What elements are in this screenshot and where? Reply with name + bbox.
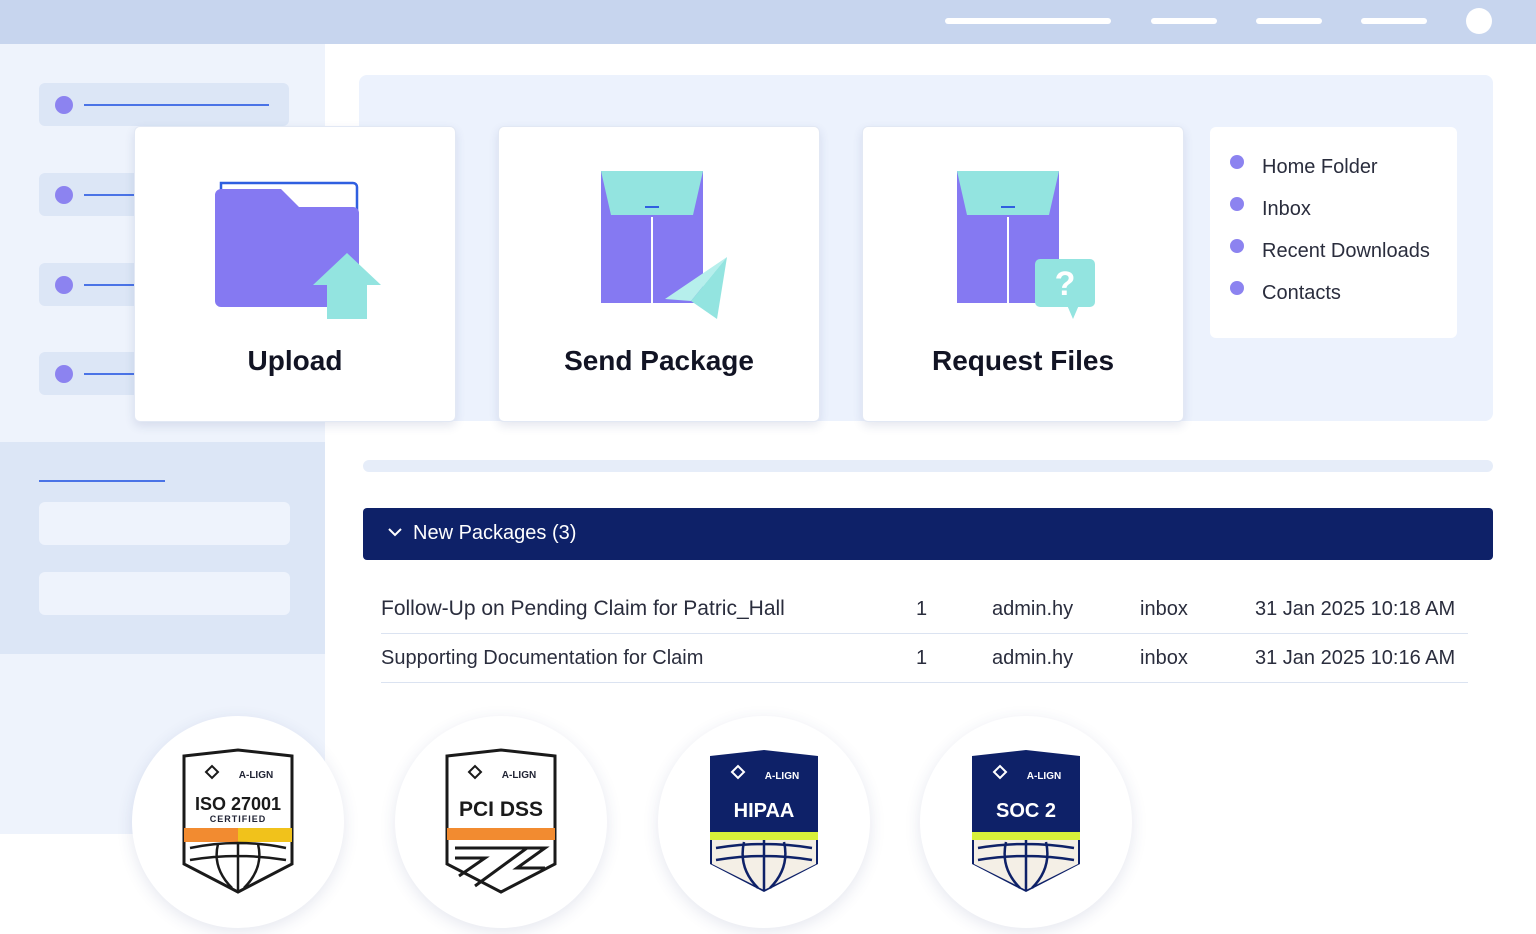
sidebar-item-dot <box>55 276 73 294</box>
nav-placeholder[interactable] <box>1361 18 1427 24</box>
sidebar-item-dot <box>55 96 73 114</box>
quick-links-panel: Home Folder Inbox Recent Downloads Conta… <box>1210 127 1457 338</box>
quick-link-home-folder[interactable]: Home Folder <box>1230 152 1378 182</box>
badge-title: ISO 27001 <box>194 794 282 814</box>
package-subject[interactable]: Supporting Documentation for Claim <box>381 634 703 682</box>
quick-link-label: Inbox <box>1262 197 1311 220</box>
sidebar-item-dot <box>55 365 73 383</box>
badge-title: HIPAA <box>733 800 795 822</box>
nav-placeholder[interactable] <box>1151 18 1217 24</box>
iso-27001-badge: A-LIGN ISO 27001 CERTIFIED <box>132 716 344 928</box>
top-bar <box>0 0 1536 44</box>
bullet-icon <box>1230 155 1244 169</box>
package-folder: inbox <box>1140 597 1188 620</box>
badge-brand: A-LIGN <box>501 770 537 781</box>
pci-dss-badge: A-LIGN PCI DSS <box>395 716 607 928</box>
package-date: 31 Jan 2025 10:18 AM <box>1255 597 1456 620</box>
quick-link-label: Contacts <box>1262 281 1341 304</box>
nav-placeholder[interactable] <box>945 18 1111 24</box>
bullet-icon <box>1230 239 1244 253</box>
chevron-down-icon[interactable] <box>385 522 405 542</box>
progress-bar <box>363 460 1493 472</box>
badge-brand: A-LIGN <box>1026 771 1062 782</box>
sidebar-item-label-placeholder <box>84 104 269 106</box>
sidebar-item-dot <box>55 186 73 204</box>
quick-link-recent-downloads[interactable]: Recent Downloads <box>1230 236 1430 266</box>
badge-brand: A-LIGN <box>238 770 274 781</box>
package-send-icon <box>601 171 727 319</box>
sidebar-field[interactable] <box>39 502 290 545</box>
badge-title: PCI DSS <box>458 798 544 821</box>
package-file-count: 1 <box>916 597 928 620</box>
send-package-card[interactable]: Send Package <box>498 126 820 422</box>
request-files-label: Request Files <box>931 345 1115 376</box>
nav-placeholder[interactable] <box>1256 18 1322 24</box>
sidebar-item[interactable] <box>39 83 289 126</box>
package-request-icon: ? <box>957 171 1095 319</box>
badge-brand: A-LIGN <box>764 771 800 782</box>
table-row[interactable]: Supporting Documentation for Claim 1 adm… <box>381 634 1468 683</box>
sidebar-section-title-placeholder <box>39 480 165 482</box>
quick-link-label: Home Folder <box>1262 155 1378 178</box>
quick-link-label: Recent Downloads <box>1262 239 1430 262</box>
quick-link-inbox[interactable]: Inbox <box>1230 194 1311 224</box>
badge-title: SOC 2 <box>995 800 1057 822</box>
bullet-icon <box>1230 197 1244 211</box>
upload-label: Upload <box>247 345 343 376</box>
package-sender: admin.hy <box>992 646 1074 669</box>
folder-upload-icon <box>215 181 381 319</box>
request-files-card[interactable]: ? Request Files <box>862 126 1184 422</box>
package-date: 31 Jan 2025 10:16 AM <box>1255 646 1456 669</box>
quick-link-contacts[interactable]: Contacts <box>1230 278 1341 308</box>
sidebar-section <box>0 442 325 654</box>
hipaa-badge: A-LIGN HIPAA <box>658 716 870 928</box>
table-row[interactable]: Follow-Up on Pending Claim for Patric_Ha… <box>381 585 1468 634</box>
new-packages-title: New Packages (3) <box>413 522 577 544</box>
sidebar-field[interactable] <box>39 572 290 615</box>
package-subject[interactable]: Follow-Up on Pending Claim for Patric_Ha… <box>381 585 785 633</box>
svg-text:?: ? <box>1055 265 1076 303</box>
package-folder: inbox <box>1140 646 1188 669</box>
upload-card[interactable]: Upload <box>134 126 456 422</box>
avatar[interactable] <box>1466 8 1492 34</box>
send-package-label: Send Package <box>564 345 754 376</box>
package-sender: admin.hy <box>992 597 1074 620</box>
soc-2-badge: A-LIGN SOC 2 <box>920 716 1132 928</box>
package-file-count: 1 <box>916 646 928 669</box>
new-packages-header[interactable]: New Packages (3) <box>363 508 1493 560</box>
bullet-icon <box>1230 281 1244 295</box>
badge-subtitle: CERTIFIED <box>209 814 267 824</box>
